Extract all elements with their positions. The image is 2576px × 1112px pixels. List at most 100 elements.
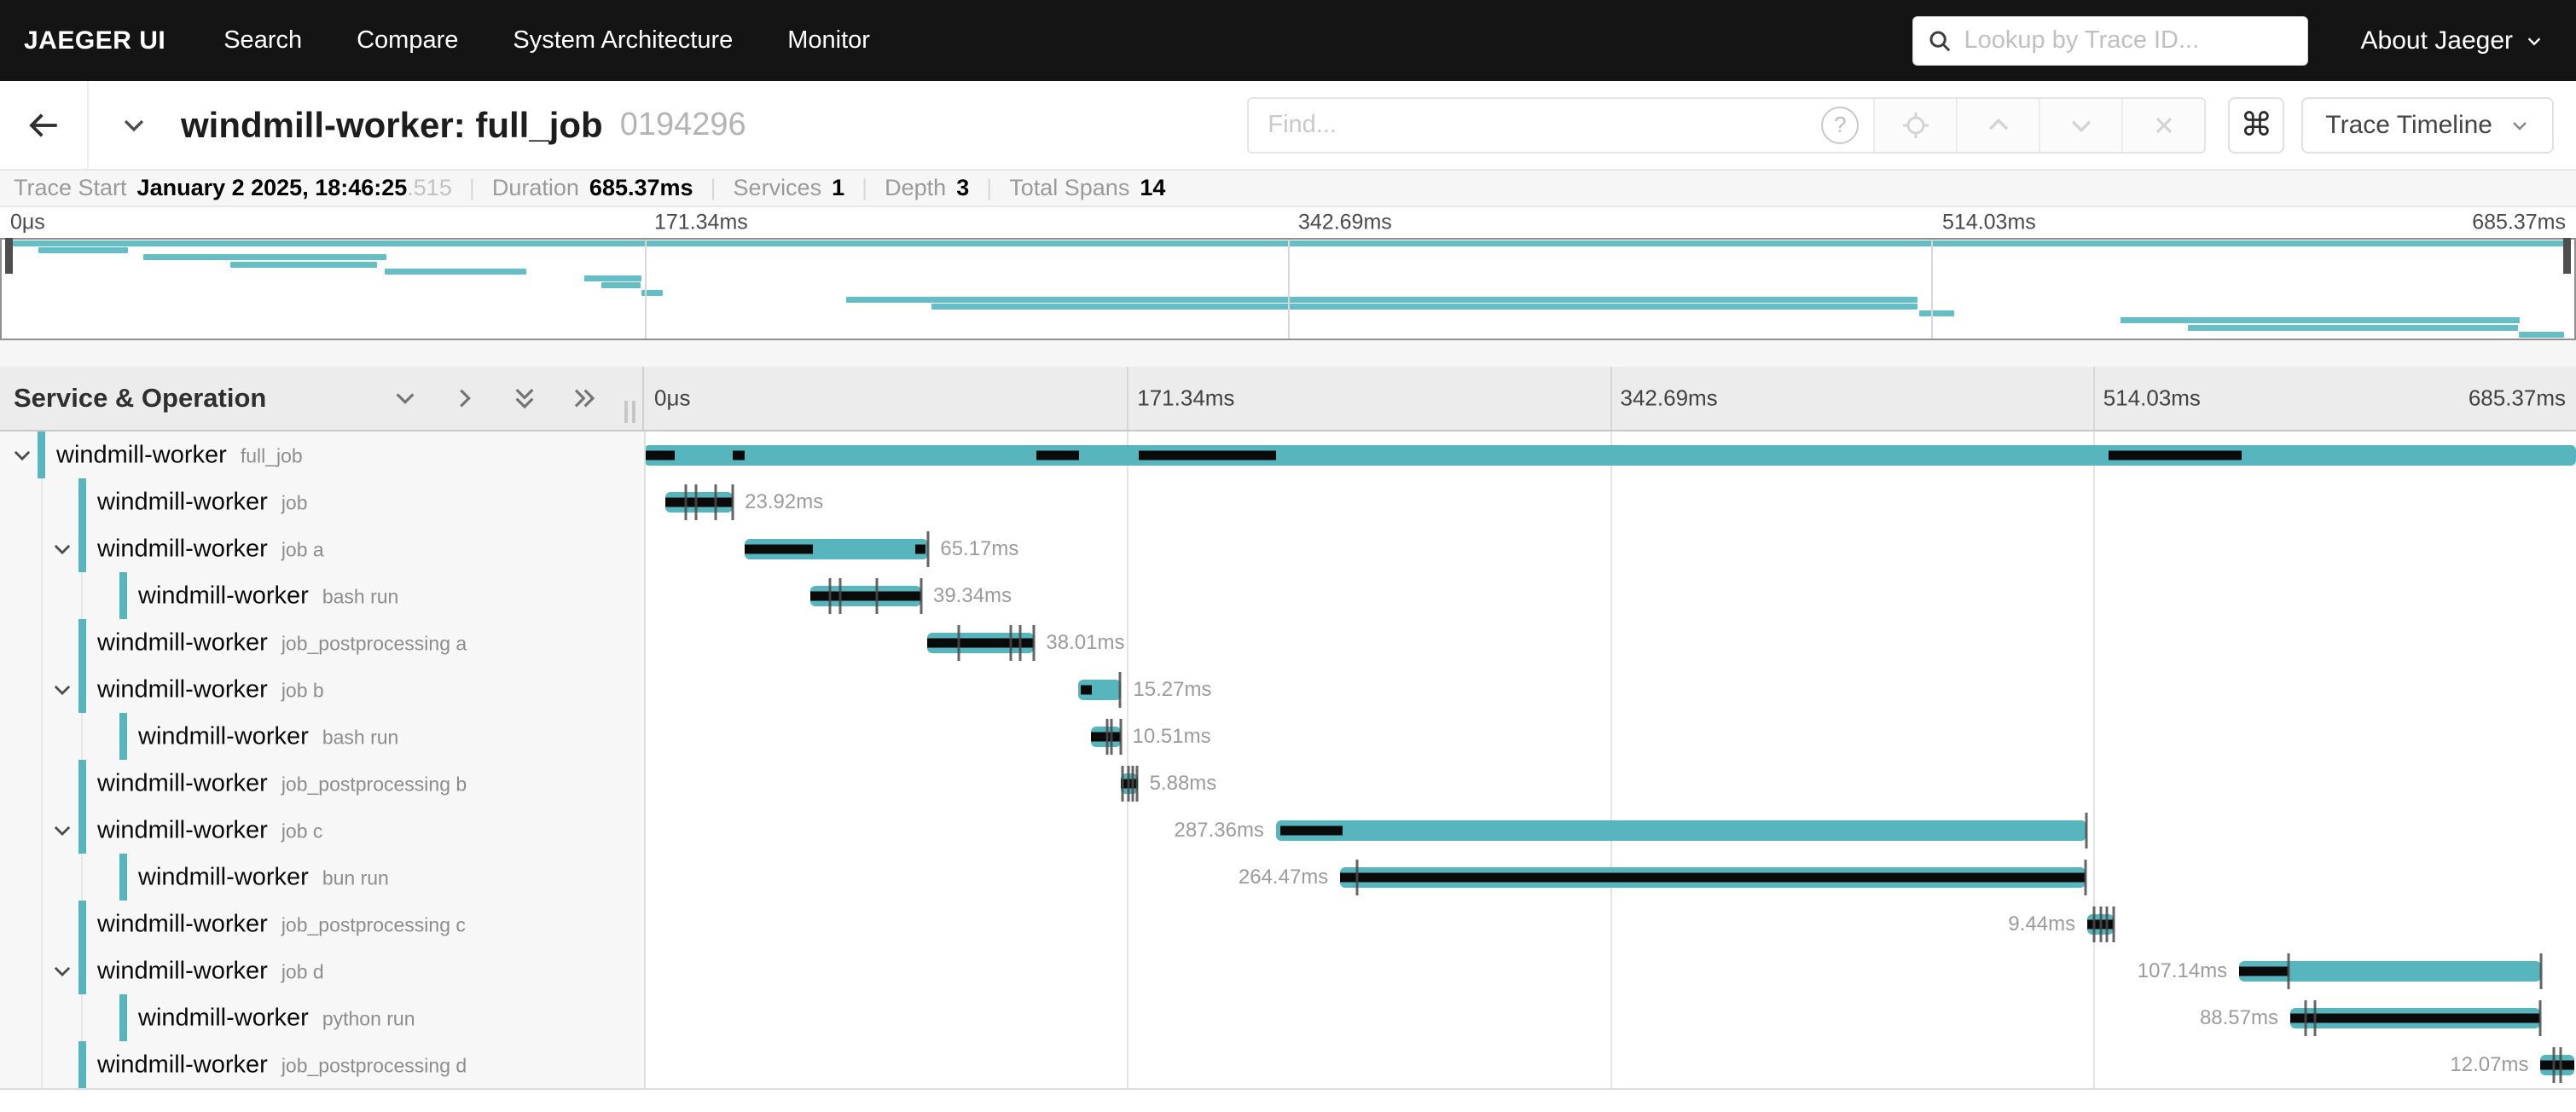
span-log-marker[interactable] [958,625,960,661]
span-row[interactable]: windmill-workerjob c287.36ms [0,807,2576,854]
span-log-marker[interactable] [2552,1047,2555,1083]
find-help-button[interactable]: ? [1807,99,1873,152]
span-log-marker[interactable] [1118,672,1121,708]
span-bar[interactable] [1078,680,1121,700]
span-bar-cell[interactable]: 287.36ms [644,807,2576,854]
span-row[interactable]: windmill-workerjob_postprocessing a38.01… [0,619,2576,666]
find-clear-button[interactable] [2121,99,2204,152]
span-log-marker[interactable] [1136,766,1139,802]
span-bar-cell[interactable]: 264.47ms [644,854,2576,901]
span-name-cell[interactable]: windmill-workerbash run [0,572,644,619]
span-bar-cell[interactable]: 23.92ms [644,478,2576,525]
chevron-down-icon[interactable] [50,678,74,702]
span-log-marker[interactable] [2314,1000,2317,1036]
span-bar-cell[interactable]: 38.01ms [644,619,2576,666]
span-bar[interactable] [1340,867,2086,888]
nav-item-system-architecture[interactable]: System Architecture [485,26,760,55]
span-bar[interactable] [927,633,1035,653]
span-bar[interactable] [1276,820,2086,841]
span-bar[interactable] [810,586,921,606]
minimap-right-scrubber-handle[interactable] [2563,238,2571,274]
span-row[interactable]: windmill-workerpython run88.57ms [0,994,2576,1041]
chevron-down-icon[interactable] [50,537,74,561]
nav-item-compare[interactable]: Compare [329,26,485,55]
nav-item-search[interactable]: Search [196,26,329,55]
span-name-cell[interactable]: windmill-workerjob a [0,525,644,572]
span-log-marker[interactable] [2538,1000,2541,1036]
span-bar-cell[interactable] [644,431,2576,478]
column-divider[interactable] [644,431,646,1088]
span-log-marker[interactable] [1355,860,1358,895]
span-log-marker[interactable] [715,484,717,520]
span-log-marker[interactable] [2540,953,2543,989]
focus-spans-button[interactable] [1873,99,1956,152]
span-name-cell[interactable]: windmill-workerjob [0,478,644,525]
find-input[interactable] [1249,99,1807,152]
span-name-cell[interactable]: windmill-workerbun run [0,854,644,901]
span-bar-cell[interactable]: 107.14ms [644,947,2576,994]
span-name-cell[interactable]: windmill-workerbash run [0,713,644,760]
span-bar[interactable] [644,445,2576,466]
span-row[interactable]: windmill-workerbun run264.47ms [0,854,2576,901]
span-name-cell[interactable]: windmill-workerjob_postprocessing b [0,760,644,807]
column-resize-grip[interactable] [624,401,635,423]
trace-minimap[interactable] [0,238,2576,340]
span-log-marker[interactable] [2099,906,2102,942]
app-logo[interactable]: JAEGER UI [24,26,165,55]
chevron-down-icon[interactable] [50,959,74,983]
span-log-marker[interactable] [694,484,697,520]
span-log-marker[interactable] [2085,813,2087,848]
span-bar[interactable] [1091,727,1121,747]
minimap-left-scrubber-handle[interactable] [5,238,13,274]
collapse-one-icon[interactable] [392,385,419,412]
span-name-cell[interactable]: windmill-workerjob d [0,947,644,994]
span-log-marker[interactable] [684,484,687,520]
span-bar-cell[interactable]: 88.57ms [644,994,2576,1041]
span-name-cell[interactable]: windmill-workerjob c [0,807,644,854]
span-bar-cell[interactable]: 15.27ms [644,666,2576,713]
keyboard-shortcuts-button[interactable]: ⌘ [2228,97,2284,153]
span-log-marker[interactable] [1127,766,1129,802]
span-row[interactable]: windmill-workerjob d107.14ms [0,947,2576,994]
span-bar-cell[interactable]: 39.34ms [644,572,2576,619]
span-bar[interactable] [1121,773,1137,794]
span-log-marker[interactable] [1009,625,1012,661]
span-log-marker[interactable] [875,578,878,614]
span-log-marker[interactable] [2106,906,2109,942]
span-row[interactable]: windmill-workerbash run10.51ms [0,713,2576,760]
span-row[interactable]: windmill-workerjob_postprocessing d12.07… [0,1041,2576,1088]
span-bar[interactable] [665,492,733,513]
span-bar[interactable] [2290,1008,2540,1028]
span-row[interactable]: windmill-workerjob_postprocessing b5.88m… [0,760,2576,807]
span-log-marker[interactable] [829,578,832,614]
span-log-marker[interactable] [732,484,734,520]
span-log-marker[interactable] [2085,860,2087,895]
find-next-button[interactable] [2039,99,2121,152]
span-row[interactable]: windmill-workerbash run39.34ms [0,572,2576,619]
span-bar[interactable] [2239,961,2541,982]
span-bar-cell[interactable]: 65.17ms [644,525,2576,572]
span-name-cell[interactable]: windmill-workerfull_job [0,431,644,478]
span-bar-cell[interactable]: 5.88ms [644,760,2576,807]
expand-all-icon[interactable] [571,385,598,412]
span-log-marker[interactable] [1132,766,1134,802]
span-log-marker[interactable] [839,578,842,614]
trace-header-collapse-toggle[interactable] [119,111,148,140]
span-log-marker[interactable] [2113,906,2115,942]
span-row[interactable]: windmill-workerjob23.92ms [0,478,2576,525]
span-bar[interactable] [2540,1055,2574,1075]
span-log-marker[interactable] [1105,719,1108,755]
trace-id-lookup-input[interactable] [1963,26,2294,55]
find-prev-button[interactable] [1956,99,2039,152]
span-name-cell[interactable]: windmill-workerjob_postprocessing a [0,619,644,666]
span-bar-cell[interactable]: 10.51ms [644,713,2576,760]
span-log-marker[interactable] [2304,1000,2306,1036]
span-name-cell[interactable]: windmill-workerjob b [0,666,644,713]
span-log-marker[interactable] [1111,719,1113,755]
span-name-cell[interactable]: windmill-workerpython run [0,994,644,1041]
span-bar[interactable] [745,539,928,559]
span-row[interactable]: windmill-workerjob_postprocessing c9.44m… [0,901,2576,947]
expand-one-icon[interactable] [451,385,479,412]
span-log-marker[interactable] [1019,625,1022,661]
span-name-cell[interactable]: windmill-workerjob_postprocessing d [0,1041,644,1088]
